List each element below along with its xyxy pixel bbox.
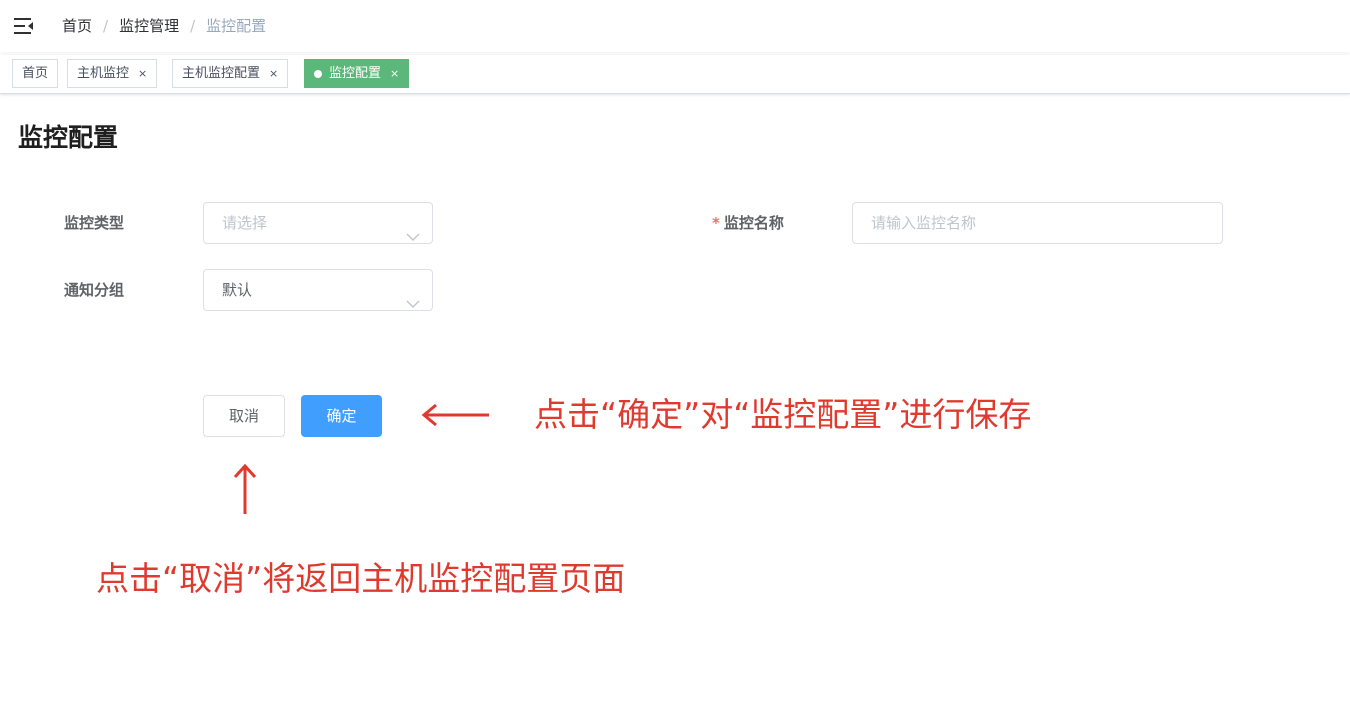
confirm-button[interactable]: 确定	[301, 395, 382, 437]
monitor-type-select[interactable]: 请选择	[203, 202, 433, 244]
tags-view: 首页 主机监控 × 主机监控配置 × 监控配置 ×	[0, 55, 1350, 94]
tab-label: 监控配置	[329, 66, 382, 81]
tab-label: 主机监控	[77, 66, 130, 81]
notify-group-value: 默认	[222, 281, 253, 299]
breadcrumb-item-monitor-management[interactable]: 监控管理	[119, 15, 179, 37]
monitor-name-placeholder: 请输入监控名称	[871, 214, 977, 232]
up-arrow-icon	[233, 463, 257, 514]
tab-monitor-config[interactable]: 监控配置 ×	[304, 59, 410, 88]
required-mark: *	[712, 214, 720, 232]
chevron-down-icon	[406, 284, 420, 308]
monitor-type-placeholder: 请选择	[222, 214, 268, 232]
tab-host-monitor[interactable]: 主机监控 ×	[67, 59, 158, 88]
hamburger-icon[interactable]	[13, 16, 35, 36]
chevron-down-icon	[406, 217, 420, 241]
close-icon[interactable]: ×	[269, 60, 278, 87]
cancel-hint-annotation: 点击“取消”将返回主机监控配置页面	[96, 559, 626, 598]
notify-group-select[interactable]: 默认	[203, 269, 433, 311]
tab-host-monitor-config[interactable]: 主机监控配置 ×	[172, 59, 289, 88]
monitor-name-label-text: 监控名称	[723, 214, 784, 232]
breadcrumb-item-home[interactable]: 首页	[62, 15, 92, 37]
close-icon[interactable]: ×	[390, 60, 399, 87]
monitor-type-label: 监控类型	[64, 202, 124, 244]
close-icon[interactable]: ×	[138, 60, 147, 87]
breadcrumb-separator: /	[190, 17, 196, 35]
breadcrumb: 首页 / 监控管理 / 监控配置	[62, 15, 266, 37]
tab-home[interactable]: 首页	[12, 59, 59, 88]
left-arrow-icon	[421, 403, 489, 427]
breadcrumb-separator: /	[103, 17, 109, 35]
cancel-button[interactable]: 取消	[203, 395, 285, 437]
monitor-name-label: * 监控名称	[712, 202, 784, 244]
tab-label: 首页	[22, 66, 49, 81]
active-dot-icon	[314, 69, 322, 78]
monitor-type-label-text: 监控类型	[64, 214, 125, 232]
confirm-hint-annotation: 点击“确定”对“监控配置”进行保存	[534, 395, 1032, 434]
navbar: 首页 / 监控管理 / 监控配置	[0, 0, 1350, 52]
breadcrumb-item-current: 监控配置	[206, 17, 267, 35]
tab-label: 主机监控配置	[182, 66, 261, 81]
page-title: 监控配置	[18, 123, 119, 152]
monitor-name-input[interactable]: 请输入监控名称	[852, 202, 1223, 244]
notify-group-label: 通知分组	[64, 269, 124, 311]
notify-group-label-text: 通知分组	[64, 281, 125, 299]
